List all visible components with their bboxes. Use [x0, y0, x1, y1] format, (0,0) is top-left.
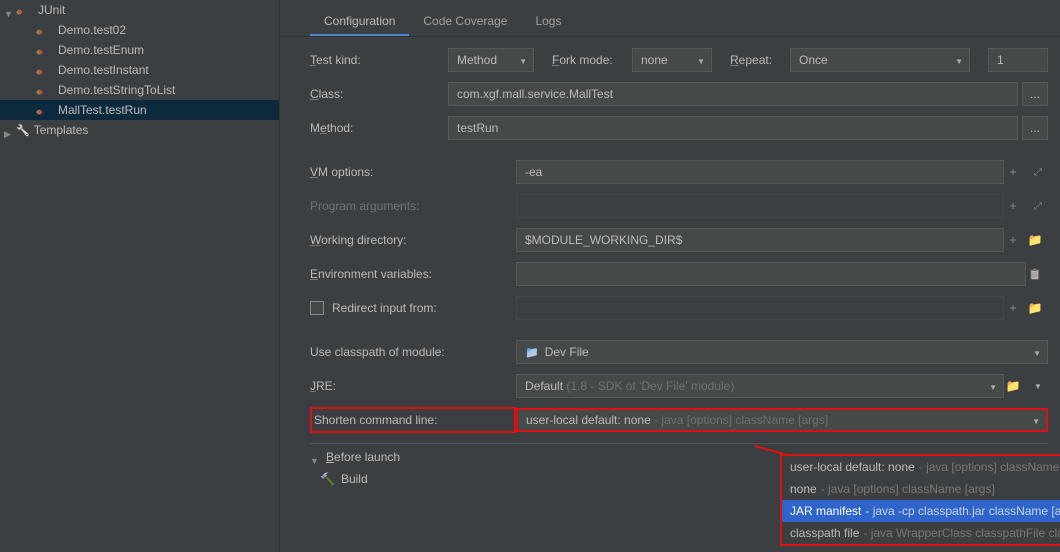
tree-item-label: Demo.testEnum	[58, 43, 144, 57]
program-args-label: Program arguments:	[310, 199, 516, 213]
fork-mode-select[interactable]: none	[632, 48, 712, 72]
classpath-module-label: Use classpath of module:	[310, 345, 516, 359]
fork-mode-label: Fork mode:	[552, 53, 632, 67]
tree-item[interactable]: Demo.test02	[0, 20, 279, 40]
tree-item[interactable]: Demo.testEnum	[0, 40, 279, 60]
tree-item-label: Demo.testStringToList	[58, 83, 175, 97]
expand-icon[interactable]	[1026, 197, 1044, 215]
test-kind-select[interactable]: Method	[448, 48, 534, 72]
junit-icon	[36, 62, 52, 78]
tree-root-junit[interactable]: JUnit	[0, 0, 279, 20]
tree-templates[interactable]: Templates	[0, 120, 279, 140]
plus-icon[interactable]	[1004, 231, 1022, 249]
shorten-select[interactable]: user-local default: none - java [options…	[516, 408, 1048, 432]
dropdown-option[interactable]: user-local default: none - java [options…	[782, 456, 1060, 478]
repeat-label: Repeat:	[730, 53, 790, 67]
folder-icon[interactable]: 📁	[1026, 299, 1044, 317]
tree-item[interactable]: Demo.testInstant	[0, 60, 279, 80]
main-panel: Configuration Code Coverage Logs Test ki…	[280, 0, 1060, 552]
dropdown-option-selected[interactable]: JAR manifest - java -cp classpath.jar cl…	[782, 500, 1060, 522]
tab-logs[interactable]: Logs	[521, 8, 575, 36]
program-args-input[interactable]	[516, 194, 1004, 218]
folder-icon[interactable]: 📁	[1026, 231, 1044, 249]
template-icon	[16, 123, 34, 137]
redirect-checkbox[interactable]	[310, 301, 324, 315]
expand-icon[interactable]	[310, 453, 318, 461]
module-icon	[525, 345, 545, 359]
junit-icon	[36, 22, 52, 38]
dropdown-option[interactable]: classpath file - java WrapperClass class…	[782, 522, 1060, 544]
plus-icon[interactable]	[1004, 299, 1022, 317]
redirect-input	[516, 296, 1004, 320]
tree-item-label: Demo.test02	[58, 23, 126, 37]
jre-select[interactable]: Default (1.8 - SDK of 'Dev File' module)	[516, 374, 1004, 398]
folder-icon[interactable]: 📁	[1004, 377, 1022, 395]
class-browse-button[interactable]: ...	[1022, 82, 1048, 106]
sidebar: JUnit Demo.test02 Demo.testEnum Demo.tes…	[0, 0, 280, 552]
classpath-module-select[interactable]: Dev File	[516, 340, 1048, 364]
test-kind-label: Test kind:	[310, 53, 448, 67]
wrench-icon	[320, 472, 341, 486]
repeat-select[interactable]: Once	[790, 48, 970, 72]
plus-icon[interactable]	[1004, 197, 1022, 215]
env-vars-label: Environment variables:	[310, 267, 516, 281]
expand-icon[interactable]	[4, 126, 12, 134]
method-browse-button[interactable]: ...	[1022, 116, 1048, 140]
tab-configuration[interactable]: Configuration	[310, 8, 409, 36]
junit-icon	[36, 42, 52, 58]
junit-icon	[16, 2, 32, 18]
working-dir-label: Working directory:	[310, 233, 516, 247]
shorten-label: Shorten command line:	[310, 407, 516, 433]
tree-item-selected[interactable]: MallTest.testRun	[0, 100, 279, 120]
expand-icon[interactable]	[1026, 163, 1044, 181]
shorten-dropdown-list: user-local default: none - java [options…	[780, 454, 1060, 546]
tree-root-label: JUnit	[38, 3, 65, 17]
jre-label: JRE:	[310, 379, 516, 393]
junit-icon	[36, 102, 52, 118]
working-dir-input[interactable]: $MODULE_WORKING_DIR$	[516, 228, 1004, 252]
env-vars-input[interactable]	[516, 262, 1026, 286]
vm-options-label: VM options:	[310, 165, 516, 179]
tab-code-coverage[interactable]: Code Coverage	[409, 8, 521, 36]
tree-item[interactable]: Demo.testStringToList	[0, 80, 279, 100]
junit-icon	[36, 82, 52, 98]
class-label: Class:	[310, 87, 448, 101]
dropdown-option[interactable]: none - java [options] className [args]	[782, 478, 1060, 500]
redirect-label[interactable]: Redirect input from:	[310, 301, 516, 315]
method-label: Method:	[310, 121, 448, 135]
class-input[interactable]: com.xgf.mall.service.MallTest	[448, 82, 1018, 106]
method-input[interactable]: testRun	[448, 116, 1018, 140]
expand-icon[interactable]	[4, 6, 12, 14]
repeat-count-input[interactable]: 1	[988, 48, 1048, 72]
chevron-down-icon[interactable]	[1026, 377, 1044, 395]
templates-label: Templates	[34, 123, 89, 137]
list-icon[interactable]	[1026, 265, 1044, 283]
tree-item-label: Demo.testInstant	[58, 63, 149, 77]
vm-options-input[interactable]: -ea	[516, 160, 1004, 184]
tabs: Configuration Code Coverage Logs	[280, 0, 1060, 37]
tree-item-label: MallTest.testRun	[58, 103, 147, 117]
plus-icon[interactable]	[1004, 163, 1022, 181]
